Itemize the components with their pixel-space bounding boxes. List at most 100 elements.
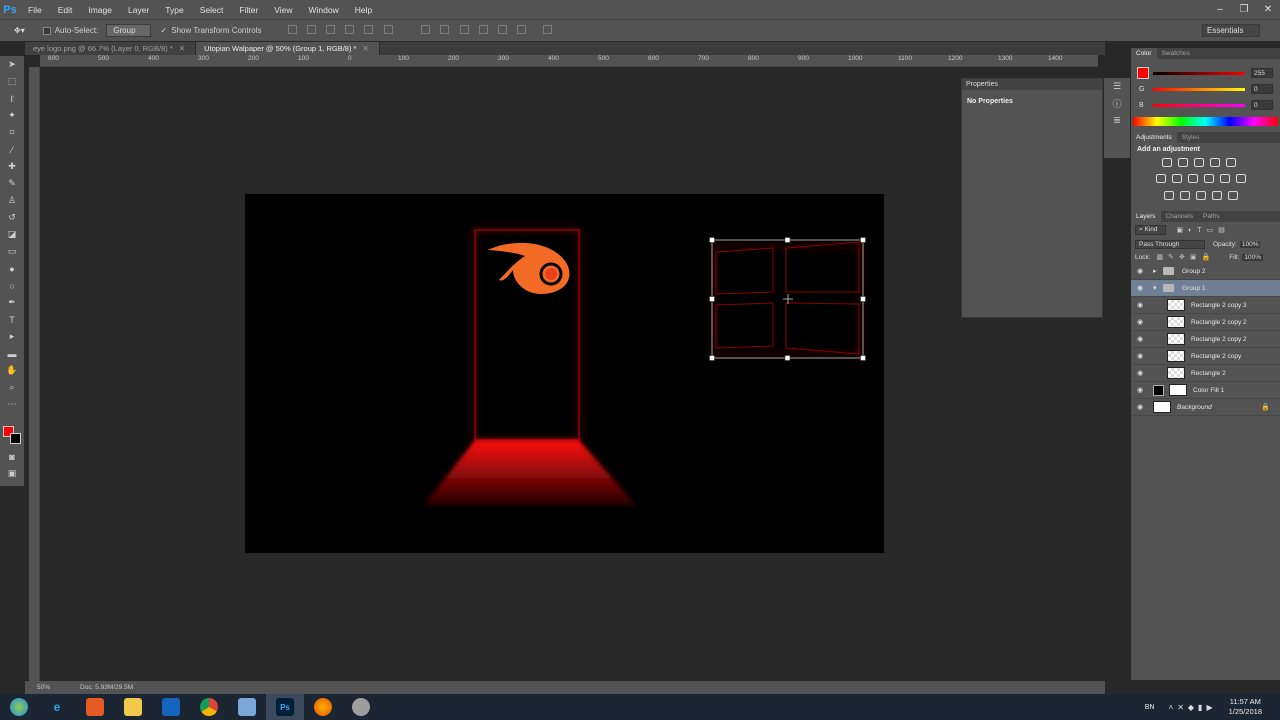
slider-value[interactable]: 255: [1251, 68, 1273, 78]
auto-select-dropdown[interactable]: Group: [106, 24, 151, 37]
layer-row[interactable]: ◉ ▸ Group 2: [1131, 263, 1280, 280]
eye-visibility-icon[interactable]: ◉: [1137, 318, 1147, 326]
magic-wand-tool-icon[interactable]: ✦: [0, 107, 24, 124]
layer-row[interactable]: ◉ Rectangle 2: [1131, 365, 1280, 382]
layer-row[interactable]: ◉ Color Fill 1: [1131, 382, 1280, 399]
tab-utopian-wallpaper[interactable]: Utopian Walpaper @ 50% (Group 1, RGB/8) …: [196, 42, 380, 55]
tab-adjustments[interactable]: Adjustments: [1131, 132, 1177, 143]
close-icon[interactable]: ✕: [179, 44, 185, 53]
eyedropper-tool-icon[interactable]: ⁄: [0, 141, 24, 158]
move-tool-icon[interactable]: ➤: [0, 56, 24, 73]
workspace-dropdown[interactable]: Essentials: [1202, 24, 1260, 37]
menu-window[interactable]: Window: [300, 5, 346, 15]
menu-type[interactable]: Type: [157, 5, 191, 15]
app4-icon[interactable]: [342, 694, 380, 720]
layer-row[interactable]: ◉ ▾ Group 1: [1131, 280, 1280, 297]
screen-mode-icon[interactable]: ▣: [0, 465, 24, 482]
align-right-icon[interactable]: [383, 25, 393, 34]
distribute-left-icon[interactable]: [478, 25, 488, 34]
photoshop-logo-icon[interactable]: Ps: [0, 0, 20, 19]
layer-row[interactable]: ◉ Rectangle 2 copy 3: [1131, 297, 1280, 314]
invert-icon[interactable]: [1164, 191, 1174, 200]
color-spectrum[interactable]: [1133, 117, 1278, 126]
tab-layers[interactable]: Layers: [1131, 211, 1161, 222]
tray-icons[interactable]: ˄✕◆▮▶: [1169, 703, 1217, 712]
lock-icons[interactable]: ▦✎✥▣🔒: [1157, 253, 1216, 261]
slider-value[interactable]: 0: [1251, 100, 1273, 110]
selective-color-icon[interactable]: [1228, 191, 1238, 200]
menu-file[interactable]: File: [20, 5, 50, 15]
brightness-icon[interactable]: [1162, 158, 1172, 167]
eye-visibility-icon[interactable]: ◉: [1137, 403, 1147, 411]
marquee-tool-icon[interactable]: ⬚: [0, 73, 24, 90]
clock[interactable]: 11:57 AM 1/25/2018: [1229, 697, 1262, 717]
gradient-tool-icon[interactable]: ▭: [0, 243, 24, 260]
gradient-map-icon[interactable]: [1212, 191, 1222, 200]
levels-icon[interactable]: [1178, 158, 1188, 167]
app2-icon[interactable]: [152, 694, 190, 720]
layer-row[interactable]: ◉ Background 🔒: [1131, 399, 1280, 416]
info-panel-icon[interactable]: ⓘ: [1104, 95, 1130, 112]
tab-eye-logo[interactable]: eye logo.png @ 66.7% (Layer 0, RGB/8) * ✕: [25, 42, 197, 55]
background-color-swatch[interactable]: [10, 433, 21, 444]
channel-mixer-icon[interactable]: [1220, 174, 1230, 183]
align-center-icon[interactable]: [364, 25, 374, 34]
distribute-center-icon[interactable]: [498, 25, 508, 34]
slider-b[interactable]: B 0: [1135, 97, 1277, 113]
tab-styles[interactable]: Styles: [1177, 132, 1205, 143]
align-top-icon[interactable]: [287, 25, 297, 34]
exposure-icon[interactable]: [1210, 158, 1220, 167]
photoshop-icon[interactable]: Ps: [266, 694, 304, 720]
crop-tool-icon[interactable]: ⌗: [0, 124, 24, 141]
distribute-right-icon[interactable]: [517, 25, 527, 34]
eye-visibility-icon[interactable]: ◉: [1137, 284, 1147, 292]
eye-visibility-icon[interactable]: ◉: [1137, 369, 1147, 377]
tab-paths[interactable]: Paths: [1198, 211, 1225, 222]
quick-mask-icon[interactable]: ◙: [0, 448, 24, 465]
healing-tool-icon[interactable]: ✚: [0, 158, 24, 175]
slider-r[interactable]: R 255: [1135, 65, 1277, 81]
filter-type-icons[interactable]: ▣◐T▭▤: [1176, 226, 1229, 234]
history-brush-tool-icon[interactable]: ↺: [0, 209, 24, 226]
minimize-button[interactable]: –: [1208, 0, 1232, 19]
eye-visibility-icon[interactable]: ◉: [1137, 386, 1147, 394]
menu-layer[interactable]: Layer: [120, 5, 157, 15]
photo-filter-icon[interactable]: [1204, 174, 1214, 183]
shape-tool-icon[interactable]: ▬: [0, 345, 24, 362]
more-tools-icon[interactable]: ⋯: [0, 396, 24, 413]
layer-filter-dropdown[interactable]: ⌕ Kind: [1135, 225, 1167, 235]
eye-visibility-icon[interactable]: ◉: [1137, 335, 1147, 343]
vibrance-icon[interactable]: [1226, 158, 1236, 167]
threshold-icon[interactable]: [1196, 191, 1206, 200]
eye-visibility-icon[interactable]: ◉: [1137, 267, 1147, 275]
slider-g[interactable]: G 0: [1135, 81, 1277, 97]
blend-mode-dropdown[interactable]: Pass Through: [1135, 240, 1205, 249]
tab-color[interactable]: Color: [1131, 48, 1157, 59]
move-tool-icon[interactable]: ✥▾: [14, 26, 25, 35]
start-icon[interactable]: [0, 694, 38, 720]
layer-row[interactable]: ◉ Rectangle 2 copy: [1131, 348, 1280, 365]
transform-controls-checkbox[interactable]: ✓: [161, 26, 168, 35]
group-toggle-icon[interactable]: ▸: [1153, 267, 1163, 275]
close-icon[interactable]: ✕: [362, 44, 368, 53]
firefox-icon[interactable]: [304, 694, 342, 720]
brush-tool-icon[interactable]: ✎: [0, 175, 24, 192]
chrome-icon[interactable]: [190, 694, 228, 720]
app-icon[interactable]: [76, 694, 114, 720]
align-middle-icon[interactable]: [306, 25, 316, 34]
color-balance-icon[interactable]: [1172, 174, 1182, 183]
hand-tool-icon[interactable]: ✋: [0, 362, 24, 379]
zoom-level[interactable]: 50%: [37, 684, 50, 691]
document-canvas[interactable]: [245, 194, 884, 553]
menu-help[interactable]: Help: [347, 5, 380, 15]
history-panel-icon[interactable]: ☰: [1104, 78, 1130, 95]
layer-row[interactable]: ◉ Rectangle 2 copy 2: [1131, 314, 1280, 331]
folder-icon[interactable]: [114, 694, 152, 720]
auto-select-checkbox[interactable]: [42, 26, 51, 35]
path-selection-tool-icon[interactable]: ▸: [0, 328, 24, 345]
distribute-top-icon[interactable]: [421, 25, 431, 34]
transform-bounding-box[interactable]: [709, 237, 866, 361]
properties-panel-icon[interactable]: ≣: [1104, 112, 1130, 129]
menu-view[interactable]: View: [266, 5, 300, 15]
black-white-icon[interactable]: [1188, 174, 1198, 183]
